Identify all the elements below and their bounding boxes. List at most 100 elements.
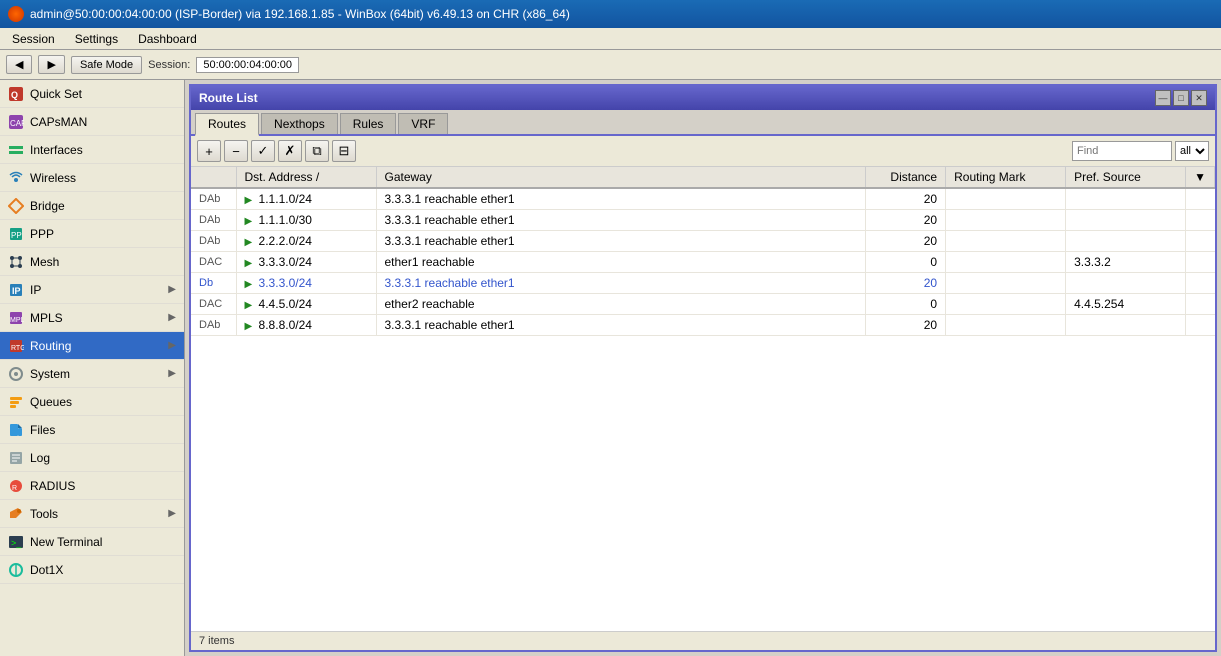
cell-dist: 20: [866, 231, 946, 252]
menu-dashboard[interactable]: Dashboard: [130, 30, 205, 47]
col-header-gw[interactable]: Gateway: [376, 167, 866, 188]
back-button[interactable]: ◀: [6, 55, 32, 74]
sidebar-item-radius[interactable]: R RADIUS: [0, 472, 184, 500]
bridge-icon: [8, 198, 24, 214]
main-layout: Q Quick Set CAP CAPsMAN Interfaces Wirel…: [0, 80, 1221, 656]
sidebar-label-dot1x: Dot1X: [30, 563, 176, 577]
sidebar-item-log[interactable]: Log: [0, 444, 184, 472]
sidebar-label-radius: RADIUS: [30, 479, 176, 493]
mesh-icon: [8, 254, 24, 270]
cell-ps: [1066, 273, 1186, 294]
cell-rm: [946, 210, 1066, 231]
cell-ps: [1066, 315, 1186, 336]
item-count: 7 items: [199, 635, 234, 647]
add-button[interactable]: +: [197, 140, 221, 162]
app-logo: [8, 6, 24, 22]
close-button[interactable]: ✕: [1191, 90, 1207, 106]
dot1x-icon: [8, 562, 24, 578]
sidebar-label-system: System: [30, 367, 162, 381]
remove-button[interactable]: −: [224, 140, 248, 162]
sidebar-label-routing: Routing: [30, 339, 162, 353]
sidebar-item-system[interactable]: System ▶: [0, 360, 184, 388]
sidebar-item-bridge[interactable]: Bridge: [0, 192, 184, 220]
sidebar-item-capsman[interactable]: CAP CAPsMAN: [0, 108, 184, 136]
sidebar-item-dot1x[interactable]: Dot1X: [0, 556, 184, 584]
title-text: admin@50:00:00:04:00:00 (ISP-Border) via…: [30, 7, 570, 21]
col-header-dist[interactable]: Distance: [866, 167, 946, 188]
cell-rm: [946, 188, 1066, 210]
table-row[interactable]: DAC ▶ 3.3.3.0/24 ether1 reachable 0 3.3.…: [191, 252, 1215, 273]
cell-gw: 3.3.3.1 reachable ether1: [376, 273, 866, 294]
disable-button[interactable]: ✗: [278, 140, 302, 162]
tab-vrf[interactable]: VRF: [398, 113, 448, 134]
cell-dst: ▶ 8.8.8.0/24: [236, 315, 376, 336]
tab-rules[interactable]: Rules: [340, 113, 397, 134]
ppp-icon: PP: [8, 226, 24, 242]
ip-icon: IP: [8, 282, 24, 298]
sidebar-item-interfaces[interactable]: Interfaces: [0, 136, 184, 164]
cell-dist: 20: [866, 210, 946, 231]
menu-bar: Session Settings Dashboard: [0, 28, 1221, 50]
sidebar-item-routing[interactable]: RTG Routing ▶: [0, 332, 184, 360]
svg-text:PP: PP: [11, 231, 22, 240]
cell-gw: ether2 reachable: [376, 294, 866, 315]
cell-ps: 3.3.3.2: [1066, 252, 1186, 273]
session-value: 50:00:00:04:00:00: [196, 57, 299, 73]
cell-dist: 20: [866, 273, 946, 294]
sidebar-item-ip[interactable]: IP IP ▶: [0, 276, 184, 304]
enable-button[interactable]: ✓: [251, 140, 275, 162]
mpls-icon: MPLS: [8, 310, 24, 326]
sidebar-label-files: Files: [30, 423, 176, 437]
sidebar-item-tools[interactable]: Tools ▶: [0, 500, 184, 528]
safe-mode-button[interactable]: Safe Mode: [71, 56, 142, 74]
sidebar-item-queues[interactable]: Queues: [0, 388, 184, 416]
tools-icon: [8, 506, 24, 522]
find-input[interactable]: [1072, 141, 1172, 161]
maximize-button[interactable]: □: [1173, 90, 1189, 106]
sidebar-label-quick-set: Quick Set: [30, 87, 176, 101]
sidebar-item-new-terminal[interactable]: >_ New Terminal: [0, 528, 184, 556]
cell-rm: [946, 273, 1066, 294]
col-header-flags[interactable]: [191, 167, 236, 188]
table-row[interactable]: DAb ▶ 1.1.1.0/30 3.3.3.1 reachable ether…: [191, 210, 1215, 231]
sidebar-label-mpls: MPLS: [30, 311, 162, 325]
table-row[interactable]: DAC ▶ 4.4.5.0/24 ether2 reachable 0 4.4.…: [191, 294, 1215, 315]
cell-dst: ▶ 4.4.5.0/24: [236, 294, 376, 315]
col-header-rm[interactable]: Routing Mark: [946, 167, 1066, 188]
col-header-dst[interactable]: Dst. Address /: [236, 167, 376, 188]
copy-button[interactable]: ⧉: [305, 140, 329, 162]
interfaces-icon: [8, 142, 24, 158]
find-select[interactable]: all: [1175, 141, 1209, 161]
cell-flags: DAC: [191, 252, 236, 273]
sidebar-item-mpls[interactable]: MPLS MPLS ▶: [0, 304, 184, 332]
cell-rm: [946, 315, 1066, 336]
col-header-ps[interactable]: Pref. Source: [1066, 167, 1186, 188]
terminal-icon: >_: [8, 534, 24, 550]
tab-routes[interactable]: Routes: [195, 113, 259, 136]
sidebar-item-files[interactable]: Files: [0, 416, 184, 444]
sidebar-label-new-terminal: New Terminal: [30, 535, 176, 549]
sidebar-item-ppp[interactable]: PP PPP: [0, 220, 184, 248]
sidebar-label-log: Log: [30, 451, 176, 465]
table-row[interactable]: Db ▶ 3.3.3.0/24 3.3.3.1 reachable ether1…: [191, 273, 1215, 294]
cell-ps: [1066, 188, 1186, 210]
table-header-row: Dst. Address / Gateway Distance Routing …: [191, 167, 1215, 188]
table-row[interactable]: DAb ▶ 1.1.1.0/24 3.3.3.1 reachable ether…: [191, 188, 1215, 210]
sidebar-item-quick-set[interactable]: Q Quick Set: [0, 80, 184, 108]
cell-dst: ▶ 1.1.1.0/24: [236, 188, 376, 210]
cell-flags: DAb: [191, 210, 236, 231]
table-row[interactable]: DAb ▶ 2.2.2.0/24 3.3.3.1 reachable ether…: [191, 231, 1215, 252]
wireless-icon: [8, 170, 24, 186]
menu-session[interactable]: Session: [4, 30, 63, 47]
tab-nexthops[interactable]: Nexthops: [261, 113, 338, 134]
forward-button[interactable]: ▶: [38, 55, 64, 74]
sidebar-item-mesh[interactable]: Mesh: [0, 248, 184, 276]
cell-flags: DAb: [191, 188, 236, 210]
cell-dst: ▶ 3.3.3.0/24: [236, 252, 376, 273]
minimize-button[interactable]: —: [1155, 90, 1171, 106]
filter-button[interactable]: ⊟: [332, 140, 356, 162]
table-row[interactable]: DAb ▶ 8.8.8.0/24 3.3.3.1 reachable ether…: [191, 315, 1215, 336]
cell-ps: 4.4.5.254: [1066, 294, 1186, 315]
sidebar-item-wireless[interactable]: Wireless: [0, 164, 184, 192]
menu-settings[interactable]: Settings: [67, 30, 126, 47]
